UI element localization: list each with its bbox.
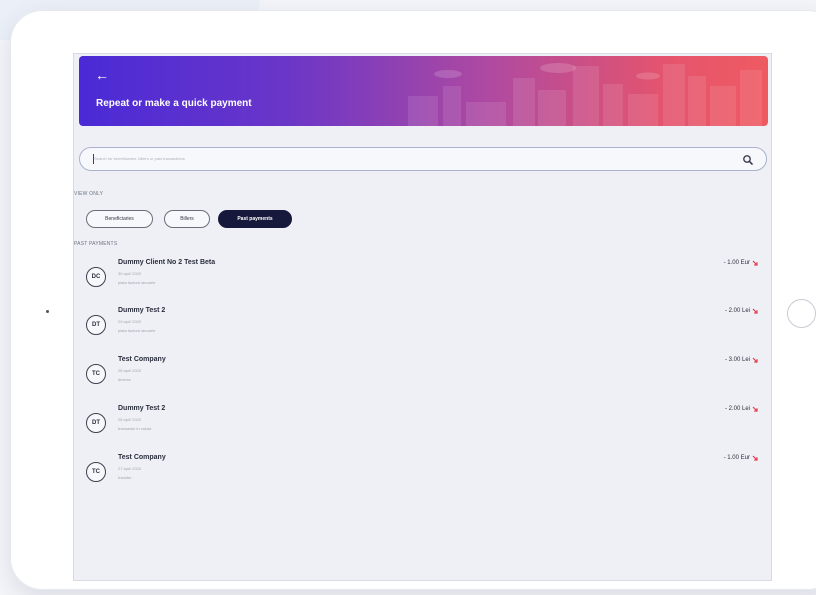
payment-row[interactable]: DC Dummy Client No 2 Test Beta 30 april … (86, 259, 766, 303)
payment-amount-wrap: - 1.00 Eur (724, 260, 758, 266)
payment-date: 29 april 2020 (118, 319, 142, 324)
view-only-label: VIEW ONLY (74, 191, 104, 197)
avatar: DT (86, 413, 106, 433)
outgoing-arrow-icon (752, 308, 758, 314)
payment-date: 28 april 2020 (118, 368, 142, 373)
payment-date: 28 april 2020 (118, 417, 142, 422)
past-payments-label: PAST PAYMENTS (74, 241, 118, 247)
payment-date: 27 april 2020 (118, 466, 142, 471)
payment-amount: - 1.00 Eur (723, 260, 750, 266)
search-bar[interactable] (79, 147, 767, 171)
tablet-frame: ← Repeat or make a quick payment VIEW ON… (10, 10, 816, 590)
filter-chip-billers[interactable]: Billers (164, 210, 210, 228)
page-title: Repeat or make a quick payment (96, 98, 252, 109)
city-skyline-illustration (408, 63, 762, 126)
payment-description: transacție in valuta (118, 426, 152, 431)
front-camera (46, 310, 49, 313)
payee-name: Dummy Client No 2 Test Beta (118, 259, 216, 266)
payee-name: Dummy Test 2 (118, 307, 166, 314)
payment-row[interactable]: DT Dummy Test 2 28 april 2020 transacție… (86, 405, 766, 449)
app-screen: ← Repeat or make a quick payment VIEW ON… (74, 54, 771, 580)
header-banner: ← Repeat or make a quick payment (79, 56, 768, 126)
payment-description: transfer (118, 475, 132, 480)
avatar: TC (86, 364, 106, 384)
payment-row[interactable]: TC Test Company 28 april 2020 diverse - … (86, 356, 766, 400)
payment-amount-wrap: - 1.00 Eur (724, 455, 758, 461)
payee-name: Test Company (118, 356, 166, 363)
payment-amount: - 1.00 Eur (723, 455, 750, 461)
payment-description: plata factura ianuarie (118, 280, 156, 285)
home-button[interactable] (787, 299, 816, 328)
payment-amount: - 3.00 Lei (724, 357, 750, 363)
payment-date: 30 april 2020 (118, 271, 142, 276)
outgoing-arrow-icon (752, 260, 758, 266)
payment-row[interactable]: TC Test Company 27 april 2020 transfer -… (86, 454, 766, 498)
payment-amount-wrap: - 2.00 Lei (725, 308, 758, 314)
outgoing-arrow-icon (752, 357, 758, 363)
payment-amount-wrap: - 3.00 Lei (725, 357, 758, 363)
payment-amount: - 2.00 Lei (724, 308, 750, 314)
avatar: DT (86, 315, 106, 335)
payee-name: Dummy Test 2 (118, 405, 166, 412)
search-input[interactable] (94, 152, 714, 165)
filter-chip-beneficiaries[interactable]: Beneficiaries (86, 210, 153, 228)
avatar: DC (86, 267, 106, 287)
back-arrow-icon[interactable]: ← (95, 68, 109, 82)
payment-description: diverse (118, 377, 131, 382)
outgoing-arrow-icon (752, 406, 758, 412)
filter-chip-past-payments[interactable]: Past payments (218, 210, 292, 228)
outgoing-arrow-icon (752, 455, 758, 461)
search-icon[interactable] (742, 154, 754, 166)
payment-amount: - 2.00 Lei (724, 406, 750, 412)
payment-amount-wrap: - 2.00 Lei (725, 406, 758, 412)
avatar: TC (86, 462, 106, 482)
payment-row[interactable]: DT Dummy Test 2 29 april 2020 plata fact… (86, 307, 766, 351)
payment-description: plata factura ianuarie (118, 328, 156, 333)
payee-name: Test Company (118, 454, 166, 461)
